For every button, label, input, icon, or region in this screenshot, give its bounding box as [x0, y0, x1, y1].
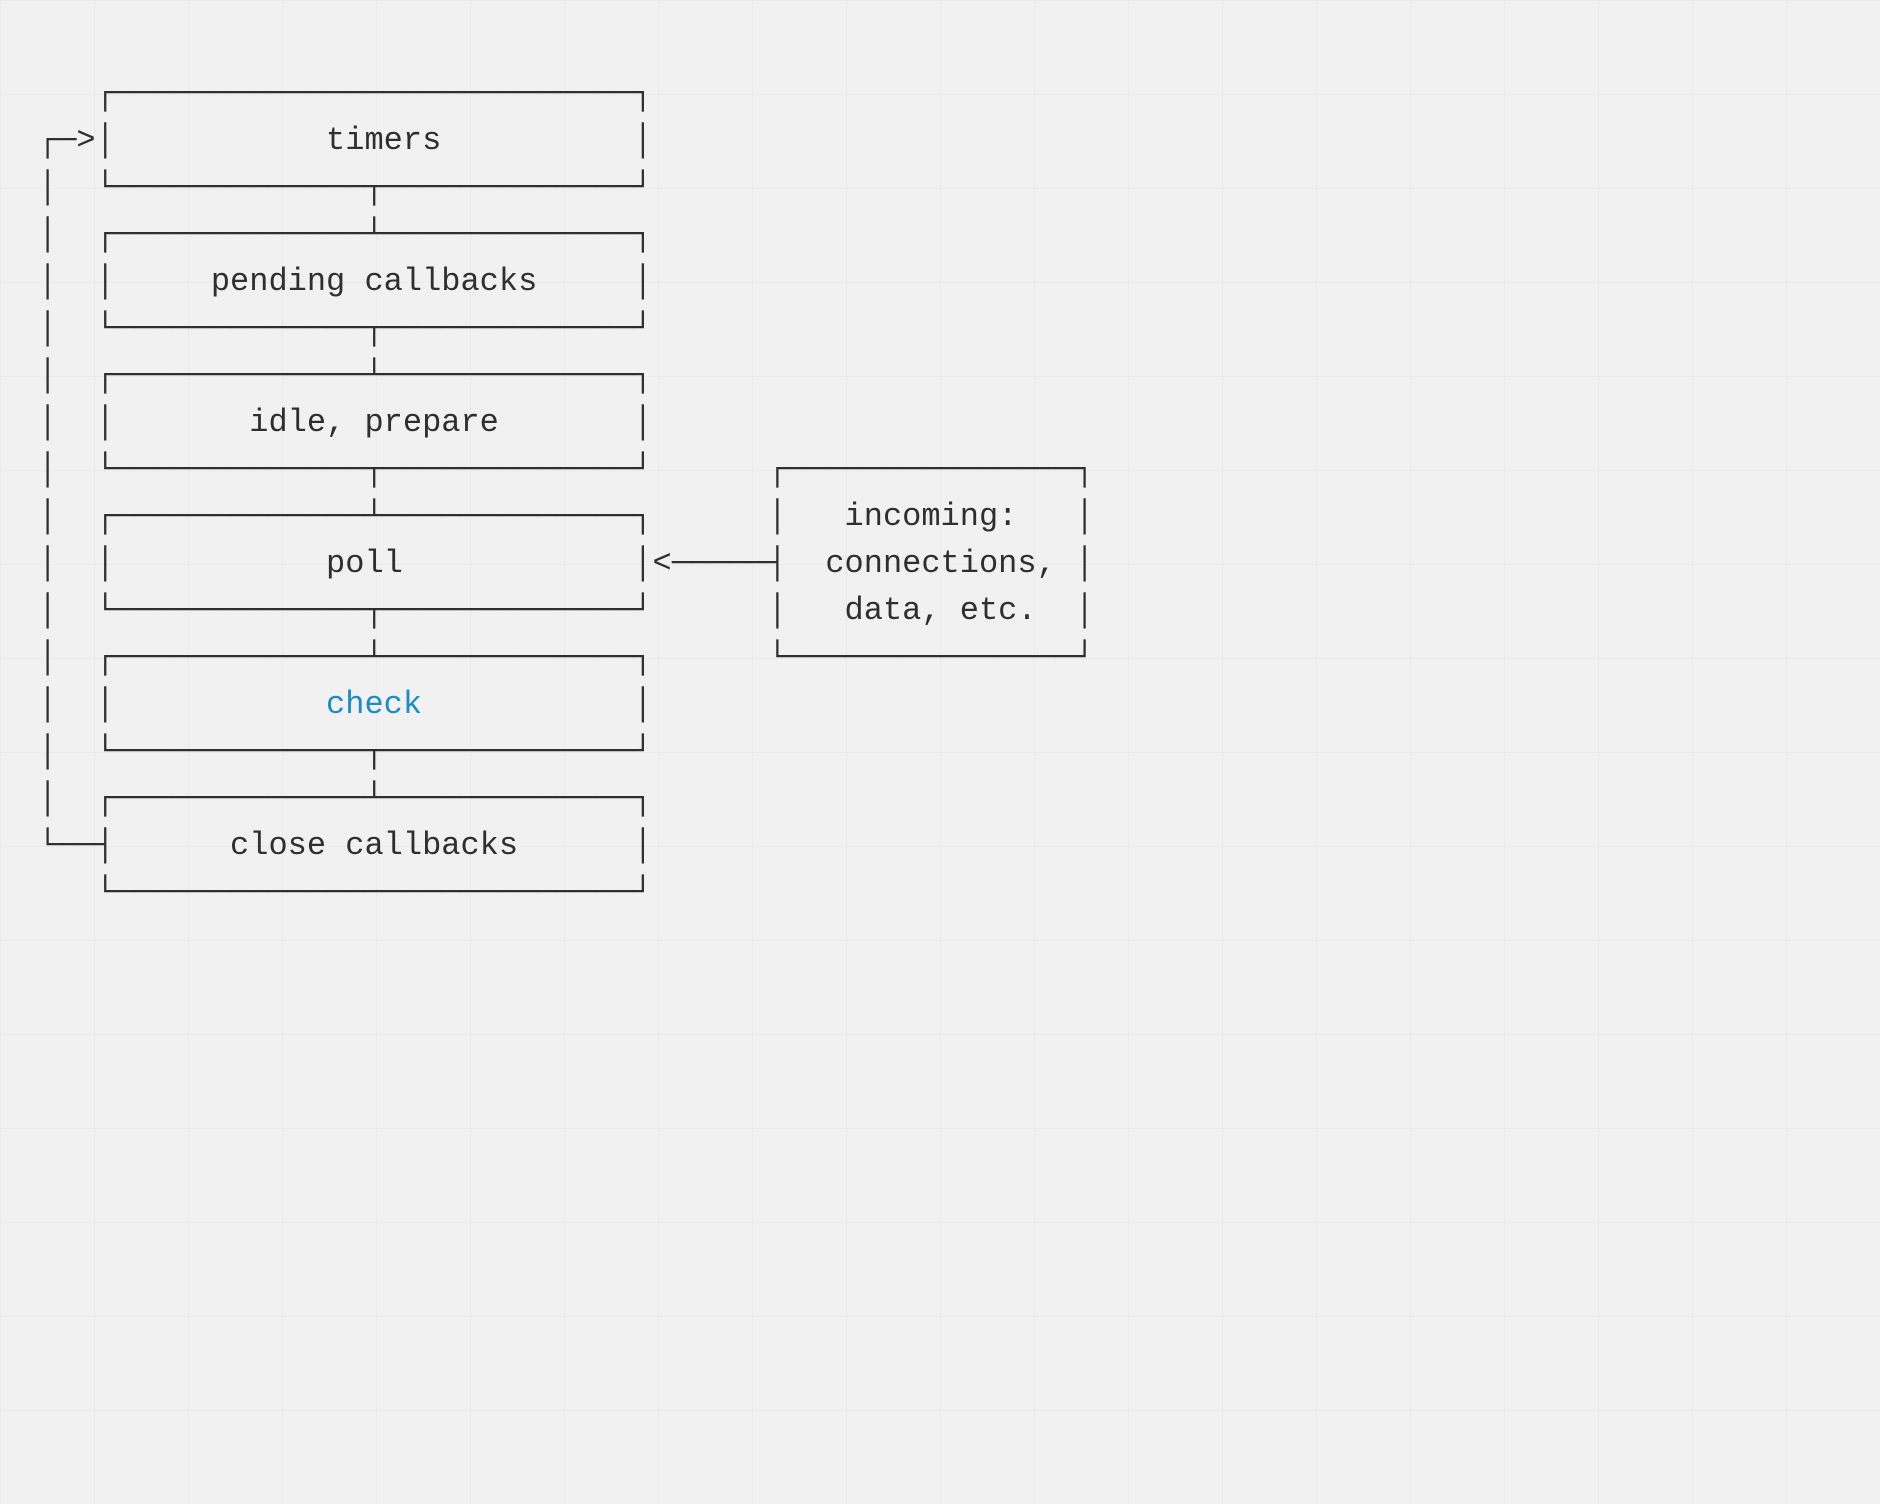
incoming-line-3: data, etc. — [845, 592, 1037, 629]
phase-pending-callbacks: pending callbacks — [211, 263, 537, 300]
phase-close-callbacks: close callbacks — [230, 827, 518, 864]
phase-timers: timers — [326, 122, 441, 159]
phase-idle-prepare: idle, prepare — [249, 404, 499, 441]
incoming-line-2: connections, — [825, 545, 1055, 582]
event-loop-diagram: ┌───────────────────────────┐ ┌─>│ timer… — [0, 0, 1880, 916]
incoming-line-1: incoming: — [845, 498, 1018, 535]
phase-poll: poll — [326, 545, 403, 582]
phase-check: check — [326, 686, 422, 723]
